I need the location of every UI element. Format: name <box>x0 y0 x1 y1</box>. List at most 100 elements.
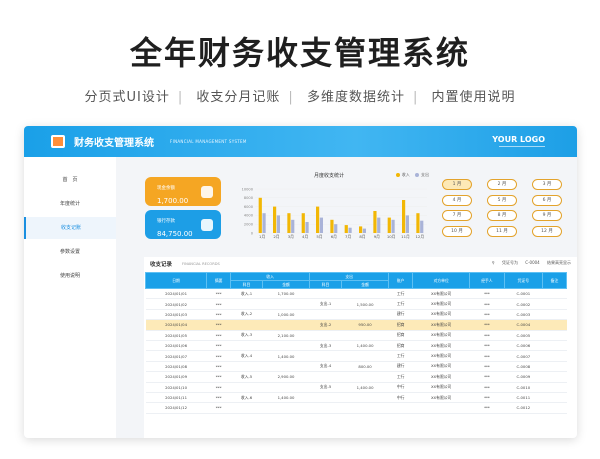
month-button[interactable]: 2 月 <box>487 179 517 190</box>
sidebar: 首 页 年度统计 收支记账 参数设置 使用说明 <box>24 157 116 438</box>
table-cell: *** <box>469 309 505 321</box>
table-cell: 950.00 <box>341 319 389 331</box>
feature-item: 多维度数据统计 <box>306 90 405 105</box>
column-header: 金额 <box>340 280 390 289</box>
bar-expense <box>362 228 366 233</box>
table-cell: 2024/01/03 <box>145 309 207 321</box>
table-cell: 1,400.00 <box>341 340 389 352</box>
table-cell: *** <box>469 340 505 352</box>
search-input[interactable]: C-0004 <box>525 260 539 265</box>
bar-income <box>330 219 334 233</box>
bar-expense <box>420 220 424 233</box>
table-cell: *** <box>206 309 231 321</box>
table-cell: *** <box>469 298 505 310</box>
month-button[interactable]: 3 月 <box>532 179 562 190</box>
month-button[interactable]: 1 月 <box>442 179 472 190</box>
table-row[interactable]: 2024/01/12 *** *** C-0012 <box>145 402 567 414</box>
table-row[interactable]: 2024/01/11 *** 收入-6 1,400.00 中行 XX有限公司 *** C-00… <box>145 392 567 404</box>
table-cell: *** <box>206 350 231 362</box>
column-header: 科目 <box>230 280 263 289</box>
table-row[interactable]: 2024/01/01 *** 收入-1 1,700.00 工行 XX有限公司 *** C-00… <box>145 288 567 300</box>
table-cell: XX有限公司 <box>412 350 470 362</box>
y-tick-label: 8000 <box>244 196 254 200</box>
table-cell: 2024/01/02 <box>145 298 207 310</box>
month-button[interactable]: 7 月 <box>442 210 472 221</box>
table-cell: 工行 <box>388 298 413 310</box>
table-row[interactable]: 2024/01/09 *** 收入-5 2,900.00 工行 XX有限公司 *** C-00… <box>145 371 567 383</box>
sidebar-item-settings[interactable]: 参数设置 <box>24 241 116 263</box>
table-row[interactable]: 2024/01/04 *** 支出-2 950.00 招商 XX有限公司 *** C-0004 <box>145 319 567 331</box>
table-cell: 招商 <box>388 319 413 331</box>
table-cell: *** <box>206 330 231 341</box>
table-row[interactable]: 2024/01/07 *** 收入-4 1,400.00 工行 XX有限公司 *** C-00… <box>145 350 567 362</box>
divider <box>499 146 545 147</box>
table-cell: 收入-6 <box>230 392 263 404</box>
bar-expense <box>276 215 280 233</box>
table-cell <box>542 298 567 310</box>
table-cell: XX有限公司 <box>412 382 470 393</box>
table-cell: *** <box>206 340 231 352</box>
y-tick-label: 10000 <box>242 187 254 191</box>
column-header: 对方单位 <box>412 272 471 289</box>
table-cell <box>542 392 567 404</box>
table-row[interactable]: 2024/01/10 *** 支出-5 1,400.00 中行 XX有限公司 *** C-00… <box>145 382 567 393</box>
column-header: 摘要 <box>206 272 232 289</box>
table-row[interactable]: 2024/01/02 *** 支出-1 1,500.00 工行 XX有限公司 *** C-00… <box>145 298 567 310</box>
month-button[interactable]: 4 月 <box>442 194 472 206</box>
table-cell <box>230 340 263 352</box>
records-title: 收支记录 <box>150 262 173 268</box>
table-cell: *** <box>206 382 231 393</box>
table-row[interactable]: 2024/01/08 *** 支出-4 800.00 建行 XX有限公司 *** C-0008 <box>145 361 567 373</box>
bar-income <box>258 197 262 233</box>
table-cell <box>542 309 567 321</box>
table-cell: 支出-2 <box>309 319 342 331</box>
table-cell: 2024/01/09 <box>145 371 207 383</box>
y-tick-label: 0 <box>251 231 254 235</box>
month-button[interactable]: 12 月 <box>532 225 562 237</box>
bank-icon <box>201 219 213 231</box>
table-cell: *** <box>206 298 231 310</box>
sidebar-item-home[interactable]: 首 页 <box>24 169 116 191</box>
table-cell: C-0005 <box>504 330 543 341</box>
sidebar-item-help[interactable]: 使用说明 <box>24 265 116 287</box>
divider: | <box>412 90 419 105</box>
table-cell: *** <box>206 371 231 383</box>
sidebar-item-annual-stats[interactable]: 年度统计 <box>24 193 116 215</box>
table-cell: *** <box>206 402 231 414</box>
search-icon[interactable]: ⚲ <box>492 260 495 265</box>
table-cell: 2024/01/04 <box>145 319 207 331</box>
table-cell: C-0007 <box>504 350 543 362</box>
month-button[interactable]: 9 月 <box>532 210 562 221</box>
table-row[interactable]: 2024/01/06 *** 支出-3 1,400.00 招商 XX有限公司 *** C-00… <box>145 340 567 352</box>
table-cell <box>309 350 342 362</box>
brand-logo: YOUR LOGO <box>492 135 545 144</box>
table-cell <box>309 288 342 300</box>
month-button[interactable]: 10 月 <box>442 225 472 237</box>
month-button[interactable]: 5 月 <box>487 194 517 206</box>
table-row[interactable]: 2024/01/05 *** 收入-3 2,100.00 招商 XX有限公司 *** C-00… <box>145 330 567 341</box>
column-header: 备注 <box>541 272 568 289</box>
sidebar-item-bookkeeping[interactable]: 收支记账 <box>24 217 116 239</box>
bar-expense <box>319 217 323 233</box>
bar-expense <box>377 217 381 233</box>
table-cell: *** <box>469 392 505 404</box>
table-cell: *** <box>206 288 231 300</box>
table-cell <box>341 309 389 321</box>
bar-expense <box>305 222 309 233</box>
records-table: 日期 摘要 收入 支出 账户 对方单位 经手人 凭证号 备注 科目 金额 科目 … <box>144 272 568 414</box>
table-cell <box>542 319 567 331</box>
hero-title: 全年财务收支管理系统 <box>129 34 470 72</box>
bar-income <box>416 213 420 233</box>
table-row[interactable]: 2024/01/03 *** 收入-2 1,000.00 建行 XX有限公司 *** C-00… <box>145 309 567 321</box>
table-cell: XX有限公司 <box>412 361 470 373</box>
table-cell <box>341 392 389 404</box>
table-cell: 支出-1 <box>309 298 342 310</box>
table-cell <box>230 402 263 414</box>
month-button[interactable]: 6 月 <box>532 194 562 206</box>
month-button[interactable]: 11 月 <box>487 225 517 237</box>
table-cell: 收入-4 <box>230 350 263 362</box>
bar-income <box>402 200 406 233</box>
month-button[interactable]: 8 月 <box>487 210 517 221</box>
table-cell: 中行 <box>388 382 413 393</box>
table-cell: C-0006 <box>504 340 543 352</box>
